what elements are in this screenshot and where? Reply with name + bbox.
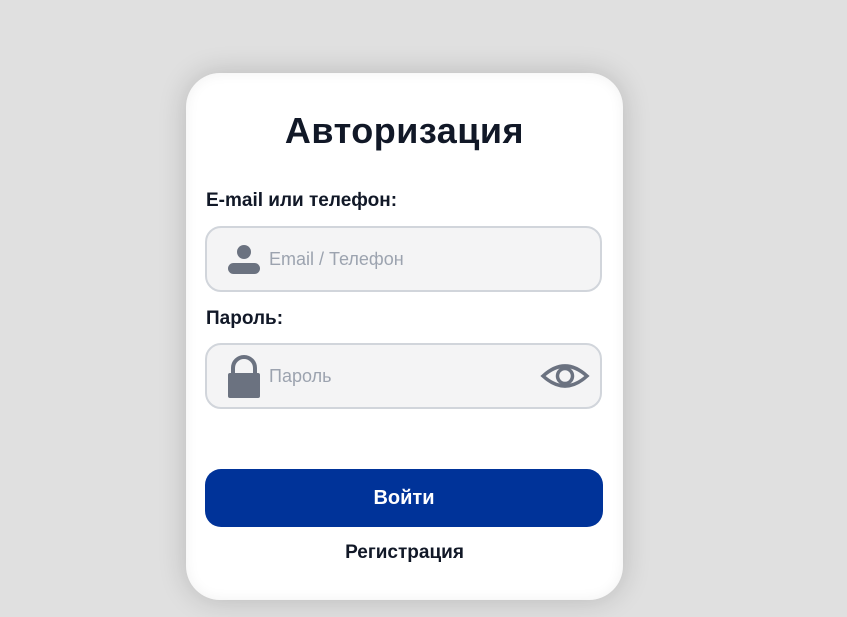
password-input[interactable] [269,345,529,407]
password-label: Пароль: [206,308,284,329]
lock-icon [228,355,260,398]
register-link[interactable]: Регистрация [186,541,623,565]
page-title: Авторизация [284,110,525,151]
email-field-container[interactable] [205,226,602,292]
login-button[interactable]: Войти [205,469,603,527]
eye-icon[interactable] [540,358,590,394]
login-card: Авторизация E-mail или телефон: Пароль: … [186,73,623,600]
email-input[interactable] [269,228,529,290]
user-icon [228,245,260,274]
email-label: E-mail или телефон: [206,190,398,211]
password-field-container[interactable] [205,343,602,409]
